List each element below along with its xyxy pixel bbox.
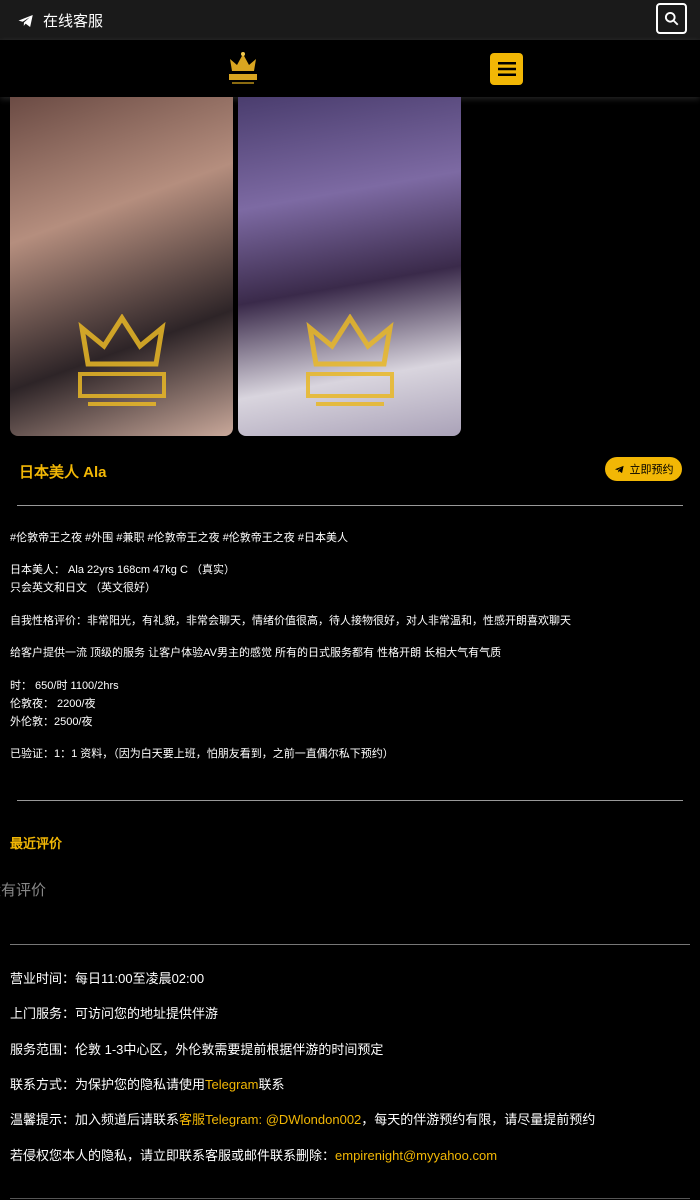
site-header: [0, 40, 700, 97]
book-now-button[interactable]: 立即预约: [605, 457, 682, 481]
profile-photo-2[interactable]: [238, 97, 461, 436]
hamburger-menu-icon: [497, 62, 516, 76]
price-outer-london: 外伦敦：2500/夜: [10, 716, 93, 728]
profile-tags[interactable]: #伦敦帝王之夜 #外围 #兼职 #伦敦帝王之夜 #伦敦帝王之夜 #日本美人: [10, 529, 348, 547]
profile-languages: 只会英文和日文 （英文很好）: [10, 582, 157, 594]
online-service-link[interactable]: 在线客服: [17, 10, 103, 31]
home-service: 上门服务：可访问您的地址提供伴游: [10, 1006, 219, 1021]
contact-method: 联系方式：为保护您的隐私请使用Telegram联系: [10, 1074, 285, 1093]
profile-basic-info: 日本美人： Ala 22yrs 168cm 47kg C （真实）: [10, 564, 235, 576]
top-bar: 在线客服: [0, 0, 700, 40]
search-icon: [664, 11, 679, 26]
customer-service-telegram-link[interactable]: 客服Telegram: @DWlondon002: [179, 1112, 361, 1127]
profile-title: 日本美人 Ala: [19, 464, 107, 481]
contact-suffix: 联系: [258, 1077, 285, 1092]
book-now-label: 立即预约: [629, 464, 674, 476]
price-hourly: 时： 650/时 1100/2hrs: [10, 680, 119, 692]
price-overnight: 伦敦夜： 2200/夜: [10, 698, 96, 710]
telegram-icon: [614, 465, 624, 473]
no-reviews-text: 没有评价: [0, 882, 47, 899]
menu-button[interactable]: [490, 53, 523, 85]
profile-self-evaluation: 自我性格评价：非常阳光，有礼貌，非常会聊天，情绪价值很高，待人接物很好，对人非常…: [10, 615, 571, 627]
watermark-logo: [77, 314, 166, 406]
online-service-label: 在线客服: [43, 13, 104, 30]
contact-prefix: 联系方式：为保护您的隐私请使用: [10, 1077, 206, 1092]
divider: [17, 505, 683, 506]
recent-reviews-heading: 最近评价: [10, 836, 63, 851]
friendly-tip: 温馨提示：加入频道后请联系客服Telegram: @DWlondon002，每天…: [10, 1109, 595, 1128]
divider: [10, 944, 690, 945]
crown-logo[interactable]: [226, 51, 260, 87]
telegram-link[interactable]: Telegram: [205, 1077, 258, 1092]
tip-prefix: 温馨提示：加入频道后请联系: [10, 1112, 180, 1127]
profile-services: 给客户提供一流 顶级的服务 让客户体验AV男主的感觉 所有的日式服务都有 性格开…: [10, 647, 502, 659]
divider: [17, 800, 683, 801]
privacy-prefix: 若侵权您本人的隐私，请立即联系客服或邮件联系删除：: [10, 1148, 336, 1163]
verification-note: 已验证：1：1 资料，（因为白天要上班，怕朋友看到，之前一直偶尔私下预约）: [10, 748, 394, 760]
watermark-logo: [305, 314, 394, 406]
search-button[interactable]: [656, 3, 687, 34]
telegram-icon: [18, 14, 33, 27]
email-link[interactable]: empirenight@myyahoo.com: [335, 1148, 497, 1163]
divider: [10, 1198, 690, 1199]
tip-suffix: ，每天的伴游预约有限，请尽量提前预约: [361, 1112, 596, 1127]
privacy-notice: 若侵权您本人的隐私，请立即联系客服或邮件联系删除：empirenight@myy…: [10, 1145, 497, 1164]
service-area: 服务范围：伦敦 1-3中心区，外伦敦需要提前根据伴游的时间预定: [10, 1042, 384, 1057]
profile-photo-1[interactable]: [10, 97, 233, 436]
business-hours: 营业时间：每日11:00至凌晨02:00: [10, 971, 205, 986]
